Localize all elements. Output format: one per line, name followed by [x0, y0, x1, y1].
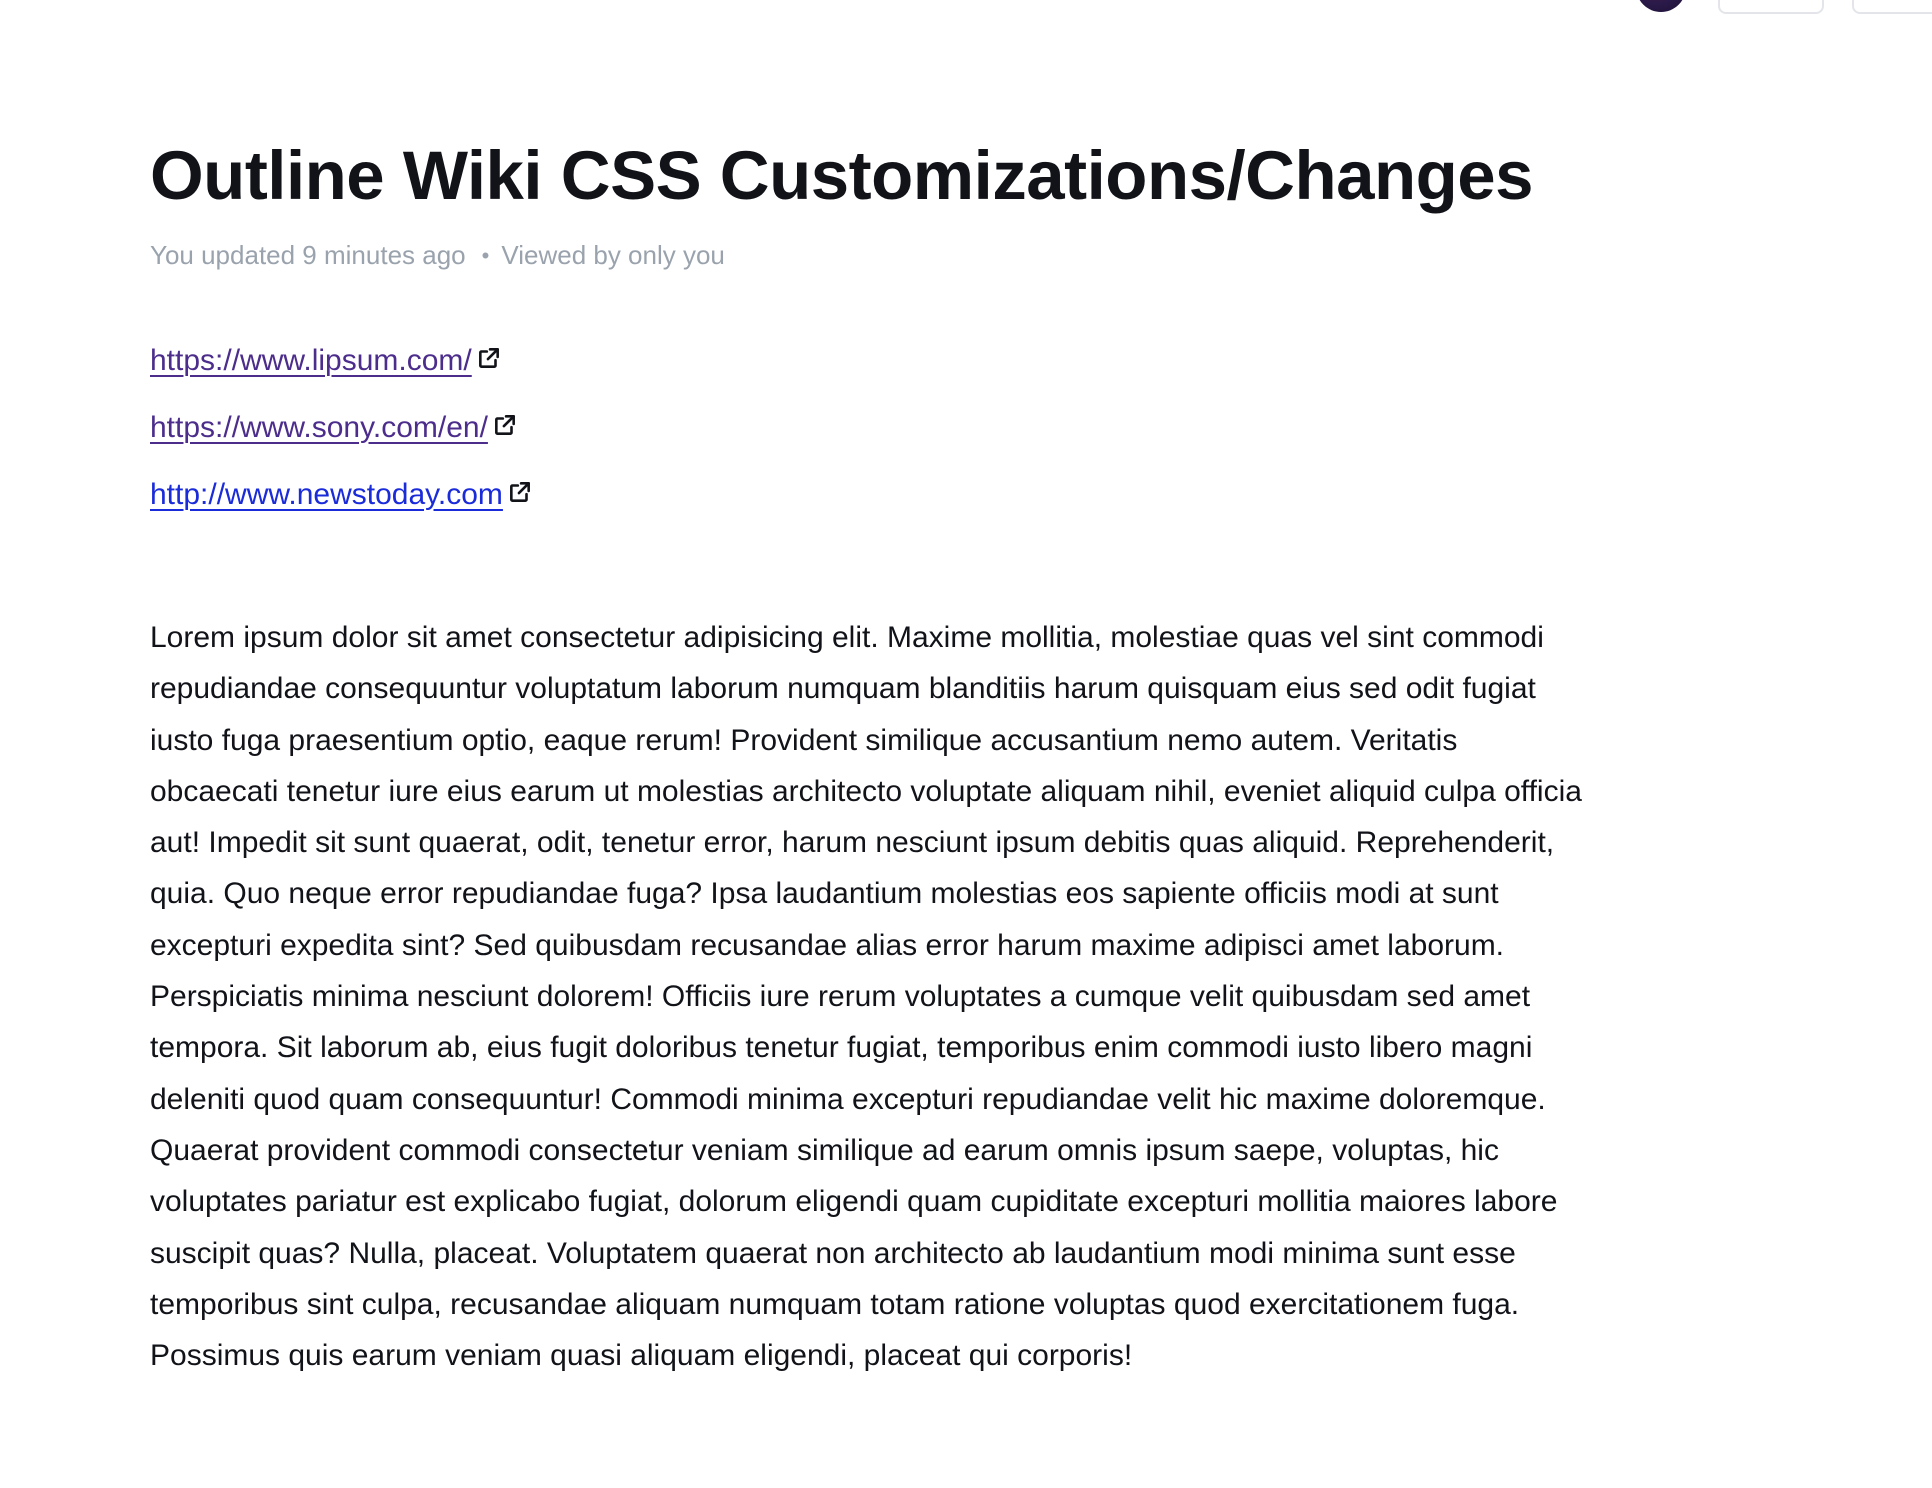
- user-avatar[interactable]: [1636, 0, 1686, 12]
- link-sony[interactable]: https://www.sony.com/en/: [150, 411, 488, 445]
- meta-separator: •: [481, 242, 490, 268]
- external-link-icon[interactable]: [507, 479, 533, 505]
- document-title[interactable]: Outline Wiki CSS Customizations/Changes: [150, 120, 1590, 232]
- link-list: https://www.lipsum.com/ https://www.sony…: [150, 327, 1590, 528]
- toolbar-button[interactable]: [1852, 0, 1932, 14]
- viewed-info[interactable]: Viewed by only you: [501, 240, 725, 271]
- external-link-icon[interactable]: [476, 345, 502, 371]
- document-meta: You updated 9 minutes ago • Viewed by on…: [150, 240, 1590, 271]
- updated-info[interactable]: You updated 9 minutes ago: [150, 240, 466, 271]
- page: Outline Wiki CSS Customizations/Changes …: [0, 0, 1932, 1488]
- toolbar-button[interactable]: [1718, 0, 1824, 14]
- link-row: http://www.newstoday.com: [150, 461, 1590, 528]
- link-row: https://www.sony.com/en/: [150, 394, 1590, 461]
- link-lipsum[interactable]: https://www.lipsum.com/: [150, 344, 472, 378]
- body-paragraph[interactable]: Lorem ipsum dolor sit amet consectetur a…: [150, 612, 1590, 1381]
- external-link-icon[interactable]: [492, 412, 518, 438]
- link-row: https://www.lipsum.com/: [150, 327, 1590, 394]
- document: Outline Wiki CSS Customizations/Changes …: [150, 120, 1590, 1411]
- link-newstoday[interactable]: http://www.newstoday.com: [150, 478, 503, 512]
